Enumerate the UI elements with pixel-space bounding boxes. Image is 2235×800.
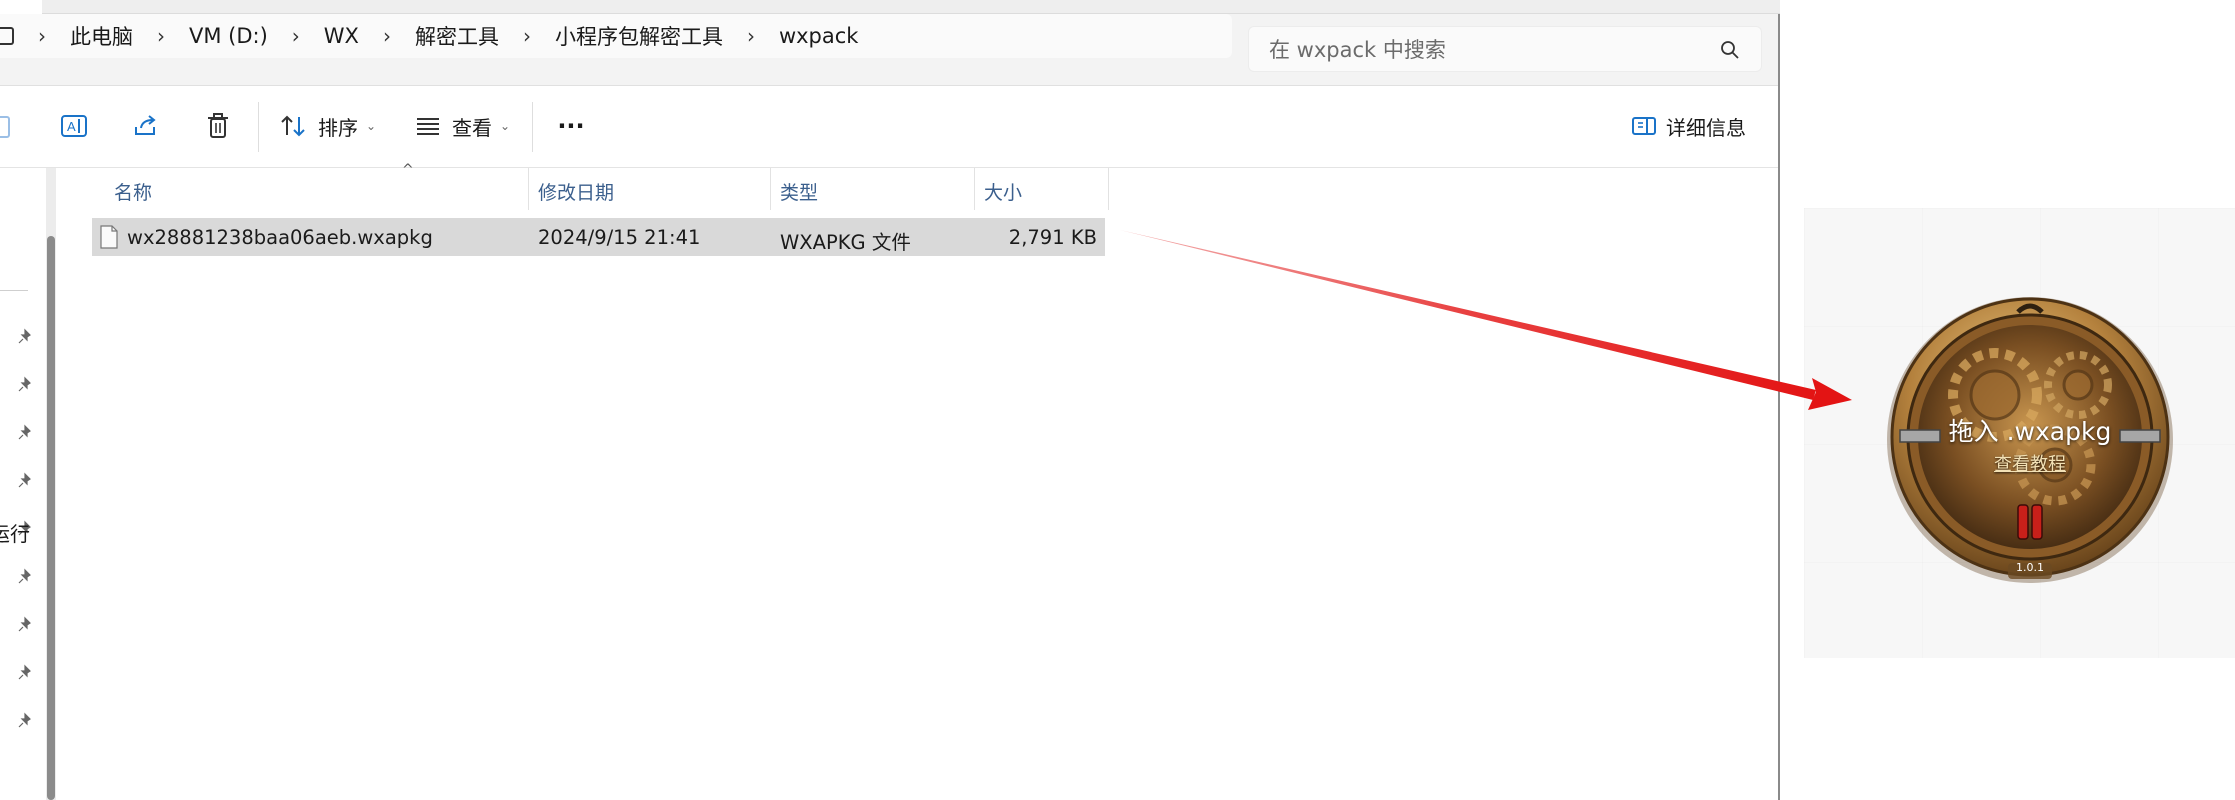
chevron-right-icon: › [157, 24, 165, 48]
details-pane-button[interactable]: 详细信息 [1628, 106, 1748, 146]
chevron-right-icon: › [38, 24, 46, 48]
breadcrumb-item-current[interactable]: › wxpack [723, 24, 859, 48]
column-divider[interactable] [1108, 168, 1109, 210]
more-icon: ··· [557, 112, 585, 140]
breadcrumb-item[interactable]: › 小程序包解密工具 [499, 21, 723, 51]
pin-icon[interactable] [16, 616, 34, 634]
nav-scrollbar-thumb[interactable] [47, 236, 55, 800]
chevron-down-icon: ⌄ [500, 119, 511, 133]
search-icon [1721, 41, 1739, 59]
delete-button[interactable] [200, 106, 236, 146]
pin-icon[interactable] [16, 424, 34, 442]
file-size: 2,791 KB [1008, 226, 1097, 249]
view-button[interactable]: 查看 ⌄ [414, 106, 524, 146]
nav-item-label[interactable]: 运行 [0, 518, 30, 547]
column-header-size[interactable]: 大小 [984, 178, 1022, 205]
title-bar [42, 0, 1780, 14]
file-type: WXAPKG 文件 [780, 231, 911, 254]
sort-ascending-icon: ^ [402, 162, 414, 178]
this-pc-icon [0, 27, 14, 45]
details-pane-icon [1632, 117, 1656, 135]
column-header-type[interactable]: 类型 [780, 178, 818, 205]
toolbar-divider [258, 102, 259, 152]
column-divider[interactable] [974, 168, 975, 210]
chevron-right-icon: › [746, 24, 755, 48]
sort-button[interactable]: 排序 ⌄ [280, 106, 380, 146]
version-label: 1.0.1 [2016, 561, 2044, 574]
chevron-right-icon: › [522, 24, 531, 48]
paste-icon [0, 116, 10, 138]
nav-divider [0, 290, 28, 291]
share-button[interactable] [128, 106, 164, 146]
toolbar-divider [532, 102, 533, 152]
search-input[interactable]: 在 wxpack 中搜索 [1248, 26, 1762, 72]
pin-icon[interactable] [16, 376, 34, 394]
column-header-modified[interactable]: 修改日期 [538, 178, 614, 205]
share-icon [135, 115, 156, 135]
file-explorer-window: › 此电脑 › VM (D:) › WX › 解密工具 › 小程序包解密工具 ›… [0, 0, 1780, 800]
drop-target-title: 拖入 .wxapkg [1948, 417, 2112, 446]
pin-icon[interactable] [16, 664, 34, 682]
column-header-name[interactable]: 名称 [114, 178, 152, 205]
breadcrumb-item[interactable]: › 此电脑 [14, 21, 133, 51]
breadcrumb-item[interactable]: › 解密工具 [359, 21, 499, 51]
chevron-right-icon: › [382, 24, 391, 48]
pin-icon[interactable] [16, 712, 34, 730]
pin-icon[interactable] [16, 328, 34, 346]
pin-icon[interactable] [16, 472, 34, 490]
rename-button[interactable]: A [56, 106, 92, 146]
chevron-right-icon: › [291, 24, 300, 48]
chevron-down-icon: ⌄ [366, 119, 377, 133]
column-divider[interactable] [528, 168, 529, 210]
address-bar[interactable]: › 此电脑 › VM (D:) › WX › 解密工具 › 小程序包解密工具 ›… [0, 14, 1232, 58]
list-view-icon [417, 118, 439, 135]
column-header-row: ^ 名称 修改日期 类型 大小 [92, 162, 1112, 210]
pin-icon[interactable] [16, 568, 34, 586]
command-bar: A 排序 ⌄ 查看 ⌄ ··· 详细信息 [0, 86, 1778, 168]
file-modified: 2024/9/15 21:41 [538, 226, 701, 249]
more-options-button[interactable]: ··· [550, 106, 592, 146]
file-name[interactable]: wx28881238baa06aeb.wxapkg [127, 226, 433, 249]
trash-icon [208, 113, 228, 138]
svg-text:A: A [67, 119, 76, 134]
breadcrumb-item[interactable]: › VM (D:) [133, 24, 268, 48]
paste-button[interactable] [0, 106, 18, 146]
tutorial-link[interactable]: 查看教程 [1880, 450, 2180, 476]
file-icon [100, 225, 118, 249]
search-placeholder: 在 wxpack 中搜索 [1269, 38, 1446, 62]
breadcrumb-item[interactable]: › WX [268, 24, 359, 48]
table-row[interactable]: wx28881238baa06aeb.wxapkg 2024/9/15 21:4… [92, 218, 1105, 256]
rename-icon: A [61, 115, 87, 137]
column-divider[interactable] [770, 168, 771, 210]
sort-icon [281, 115, 305, 137]
